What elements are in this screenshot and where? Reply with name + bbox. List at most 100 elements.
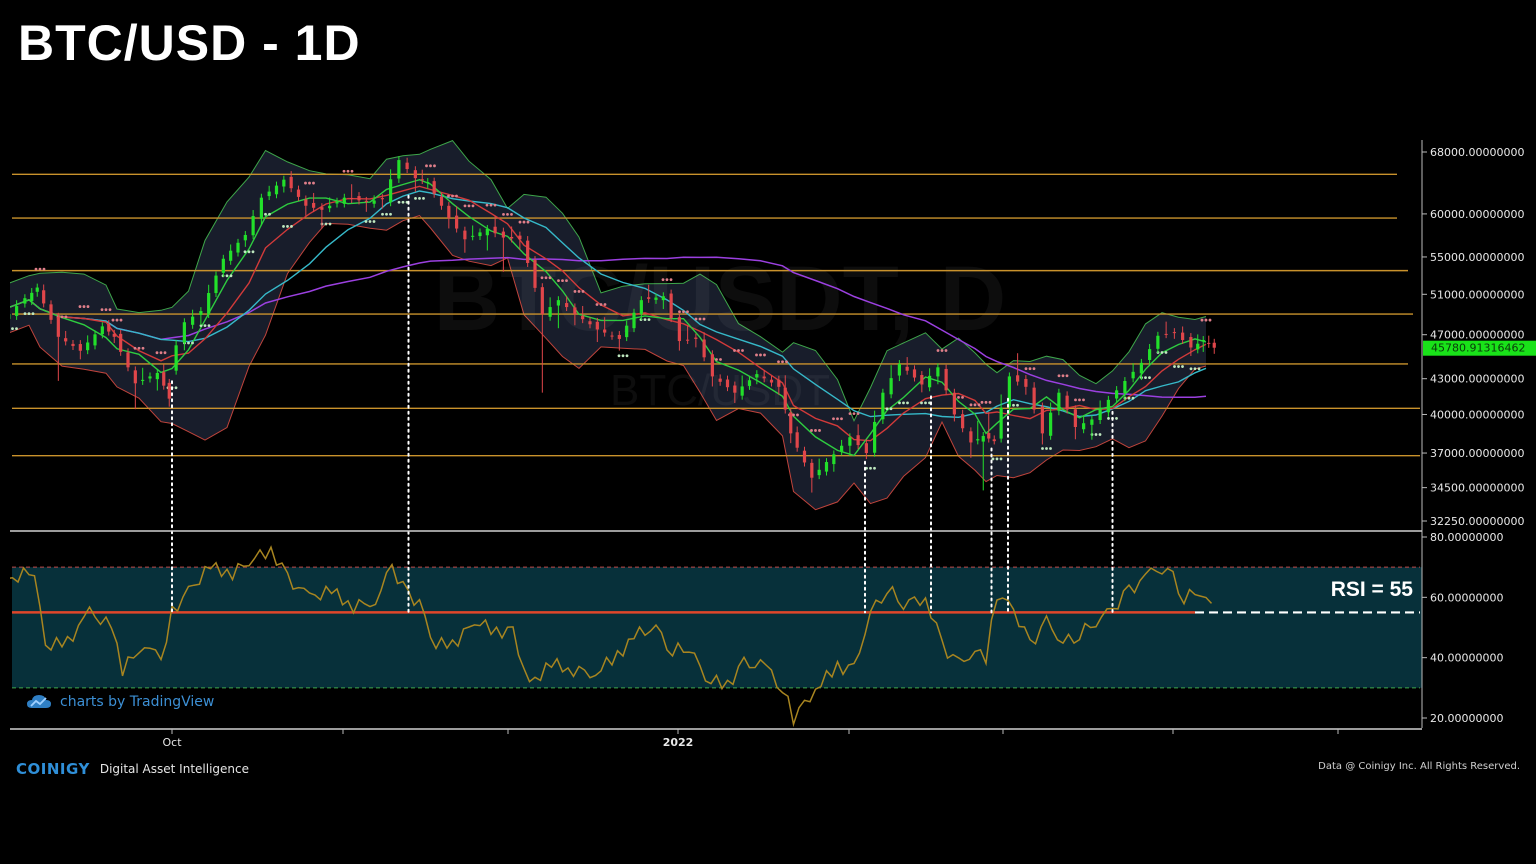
rsi-band-fill <box>12 567 1422 688</box>
sar-dot <box>429 164 432 168</box>
sar-dot <box>422 196 425 200</box>
candle-body <box>981 435 985 442</box>
sar-dot <box>372 220 376 223</box>
sar-dot <box>23 312 27 316</box>
sar-dot <box>733 349 736 352</box>
sar-dot <box>381 212 384 216</box>
candle-body <box>112 333 116 337</box>
candle-body <box>733 385 737 393</box>
sar-dot <box>647 318 651 321</box>
sar-dot <box>447 194 450 198</box>
sar-dot <box>694 317 698 321</box>
sar-dot <box>15 327 18 331</box>
sar-dot <box>902 401 905 405</box>
candle-body <box>304 199 308 206</box>
candle-body <box>1007 376 1011 407</box>
candle-body <box>56 316 60 337</box>
sar-dot <box>342 169 346 173</box>
sar-dot <box>1115 417 1118 420</box>
candle-body <box>1032 387 1036 410</box>
sar-dot <box>7 327 10 330</box>
sar-dot <box>350 169 354 173</box>
candle-body <box>912 369 917 378</box>
candle-body <box>556 300 560 306</box>
tradingview-badge[interactable]: charts by TradingView <box>26 694 214 710</box>
sar-dot <box>599 303 603 306</box>
time-tick-label: 2022 <box>663 736 694 749</box>
sar-dot <box>86 305 90 308</box>
sar-dot <box>581 290 585 293</box>
sar-dot <box>1061 374 1065 378</box>
candle-body <box>992 439 996 442</box>
candle-body <box>243 234 247 241</box>
candle-body <box>350 197 354 200</box>
chart-canvas[interactable]: BTC/USDT, DBTC/USDT RSI = 55 68000.00000… <box>0 0 1536 864</box>
candle-body <box>42 290 46 304</box>
candle-body <box>824 462 829 472</box>
sar-dot <box>980 400 984 404</box>
candle-body <box>155 372 159 380</box>
candle-body <box>312 202 316 208</box>
sar-dot <box>973 403 977 407</box>
sar-dot <box>557 279 560 283</box>
sar-dot <box>977 403 981 407</box>
candle-body <box>71 343 75 347</box>
sar-dot <box>856 412 860 416</box>
sar-dot <box>155 351 159 355</box>
candle-body <box>148 376 152 379</box>
candle-body <box>10 314 11 319</box>
copyright-notice: Data @ Coinigy Inc. All Rights Reserved. <box>1318 761 1520 772</box>
candle-body <box>639 300 643 314</box>
sar-dot <box>1094 433 1098 436</box>
sar-dot <box>1200 318 1204 322</box>
sar-dot <box>565 279 568 283</box>
rsi-tick-label: 20.00000000 <box>1430 712 1503 725</box>
sar-dot <box>268 212 271 216</box>
candle-body <box>221 258 225 273</box>
sar-dot <box>1127 396 1131 400</box>
sar-dot <box>848 412 852 416</box>
sar-dot <box>984 400 988 404</box>
candle-body <box>1181 332 1185 340</box>
sar-dot <box>737 349 740 352</box>
sar-dot <box>1208 318 1212 322</box>
sar-dot <box>686 310 689 314</box>
candle-group <box>0 314 11 319</box>
sar-dot <box>485 203 489 207</box>
sar-dot <box>264 212 267 216</box>
candle-body <box>889 378 893 395</box>
candle-body <box>1040 406 1044 434</box>
sar-dot <box>818 429 821 432</box>
candle-body <box>426 181 430 183</box>
sar-dot <box>346 169 350 173</box>
candle-body <box>840 445 844 452</box>
candle-body <box>397 160 401 179</box>
candle-body <box>296 189 301 197</box>
candle-body <box>694 337 698 339</box>
candle-body <box>274 185 279 195</box>
sar-dot <box>60 315 64 319</box>
candle-body <box>413 170 417 179</box>
sar-dot <box>796 413 799 417</box>
candle-body <box>289 176 293 189</box>
sar-dot <box>702 317 706 321</box>
candle-body <box>64 338 68 342</box>
price-tick-label: 55000.00000000 <box>1430 251 1524 264</box>
candle-body <box>126 352 130 368</box>
candle-body <box>952 392 956 415</box>
sar-dot <box>328 222 332 226</box>
candle-body <box>632 312 636 329</box>
sar-dot <box>1181 365 1184 368</box>
candle-body <box>320 207 324 210</box>
candle-body <box>1148 349 1152 360</box>
sar-dot <box>1024 367 1028 371</box>
sar-dot <box>1074 398 1077 402</box>
candle-body <box>364 200 368 202</box>
candle-body <box>0 318 3 319</box>
sar-dot <box>506 212 509 216</box>
sar-dot <box>621 354 625 358</box>
candle-body <box>1139 362 1143 374</box>
sar-dot <box>999 457 1003 461</box>
candle-body <box>100 326 104 335</box>
time-tick-label: Oct <box>162 736 182 749</box>
